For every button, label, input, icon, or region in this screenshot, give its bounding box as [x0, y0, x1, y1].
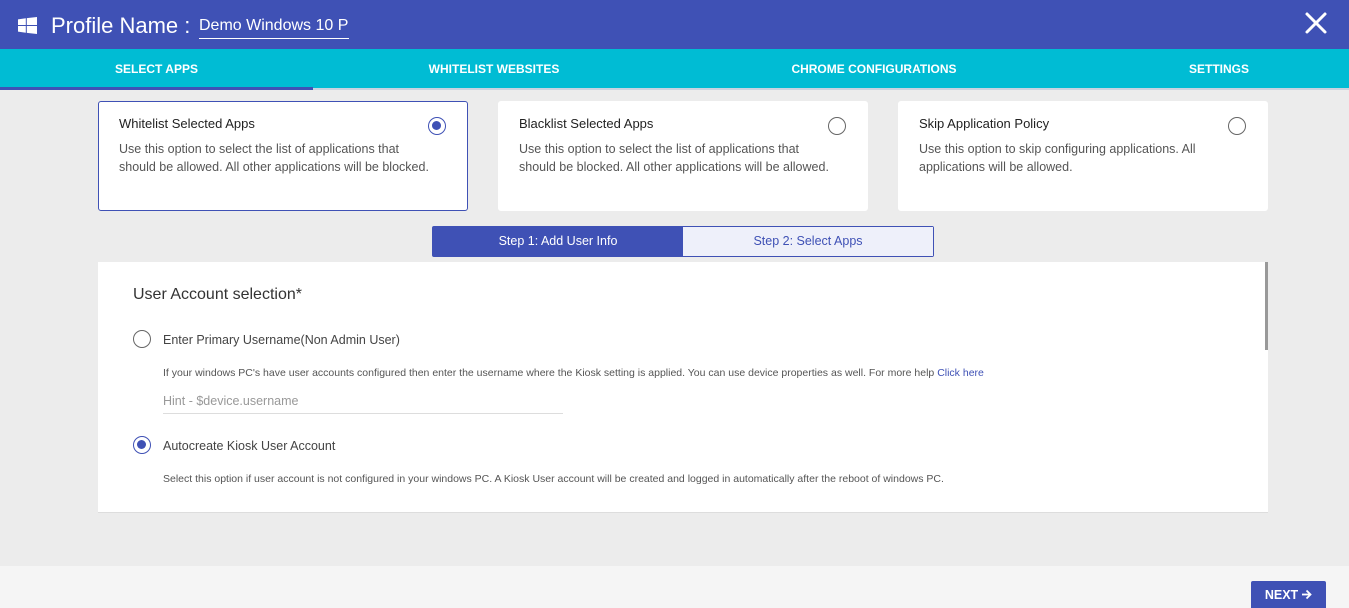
tab-settings[interactable]: SETTINGS [1160, 49, 1278, 88]
policy-card-description: Use this option to select the list of ap… [119, 142, 429, 174]
panel-scrollbar[interactable] [1265, 262, 1268, 350]
policy-card-whitelist[interactable]: Whitelist Selected Apps Use this option … [98, 101, 468, 211]
profile-name-input[interactable] [199, 14, 349, 39]
policy-card-description: Use this option to skip configuring appl… [919, 142, 1196, 174]
tab-select-apps[interactable]: SELECT APPS [0, 49, 313, 90]
next-button-label: NEXT [1264, 587, 1299, 602]
primary-username-label: Enter Primary Username(Non Admin User) [163, 333, 400, 347]
skip-policy-radio[interactable] [1228, 117, 1246, 135]
help-text: If your windows PC's have user accounts … [163, 367, 938, 379]
primary-username-help: If your windows PC's have user accounts … [163, 367, 984, 379]
step-switcher: Step 1: Add User Info Step 2: Select App… [432, 226, 934, 257]
username-input[interactable] [163, 388, 563, 414]
policy-card-blacklist[interactable]: Blacklist Selected Apps Use this option … [498, 101, 868, 211]
close-icon[interactable] [1303, 10, 1329, 36]
click-here-link[interactable]: Click here [937, 367, 984, 379]
next-button[interactable]: NEXT [1251, 581, 1326, 608]
tab-whitelist-websites[interactable]: WHITELIST WEBSITES [374, 49, 614, 88]
autocreate-kiosk-label: Autocreate Kiosk User Account [163, 439, 336, 453]
autocreate-kiosk-help: Select this option if user account is no… [163, 473, 944, 485]
user-account-panel: User Account selection* Enter Primary Us… [98, 262, 1268, 513]
policy-card-title: Skip Application Policy [919, 116, 1050, 131]
tab-chrome-configurations[interactable]: CHROME CONFIGURATIONS [744, 49, 1004, 88]
windows-logo-icon [18, 17, 37, 34]
policy-card-title: Blacklist Selected Apps [519, 116, 654, 131]
whitelist-radio[interactable] [428, 117, 446, 135]
section-title: User Account selection* [133, 286, 302, 303]
footer-bar [0, 566, 1349, 608]
policy-card-description: Use this option to select the list of ap… [519, 142, 829, 174]
tab-bar: SELECT APPS WHITELIST WEBSITES CHROME CO… [0, 49, 1349, 90]
step-add-user-info[interactable]: Step 1: Add User Info [433, 227, 683, 256]
autocreate-kiosk-radio[interactable] [133, 436, 151, 454]
profile-name-label: Profile Name : [51, 13, 191, 38]
step-select-apps[interactable]: Step 2: Select Apps [683, 227, 933, 256]
policy-card-title: Whitelist Selected Apps [119, 116, 255, 131]
arrow-right-icon [1302, 589, 1312, 600]
app-header: Profile Name : [0, 0, 1349, 49]
primary-username-radio[interactable] [133, 330, 151, 348]
policy-card-skip[interactable]: Skip Application Policy Use this option … [898, 101, 1268, 211]
blacklist-radio[interactable] [828, 117, 846, 135]
